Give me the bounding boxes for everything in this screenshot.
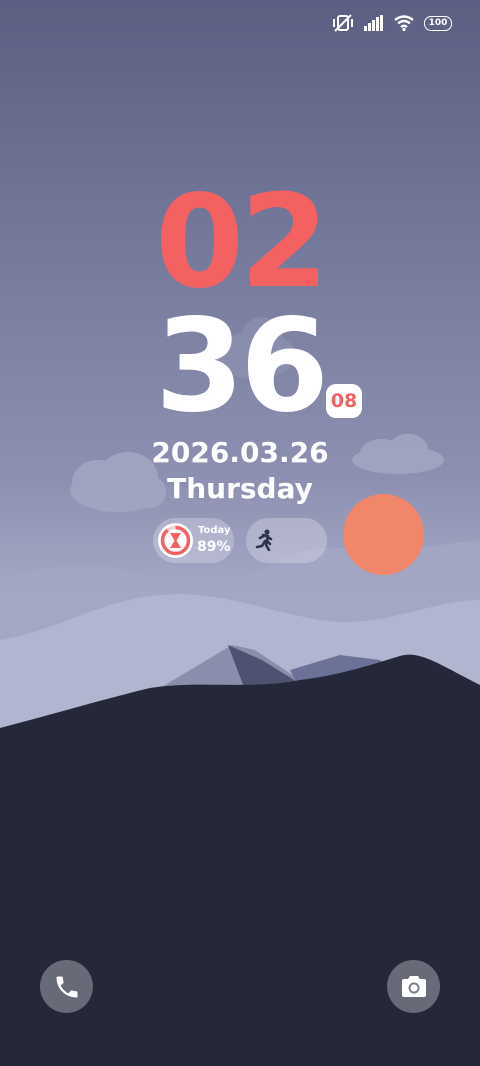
clock-seconds: 08 bbox=[326, 384, 362, 418]
date-label: 2026.03.26 bbox=[151, 436, 329, 469]
mute-vibrate-icon bbox=[333, 14, 353, 32]
activity-widget[interactable]: Today 89% bbox=[153, 518, 234, 563]
wifi-icon bbox=[394, 15, 414, 31]
steps-widget[interactable] bbox=[246, 518, 327, 563]
runner-icon bbox=[255, 529, 273, 551]
weekday-label: Thursday bbox=[167, 472, 313, 505]
battery-indicator: 100 bbox=[424, 15, 452, 31]
activity-label: Today bbox=[198, 525, 231, 536]
camera-shortcut-button[interactable] bbox=[387, 960, 440, 1013]
phone-shortcut-button[interactable] bbox=[40, 960, 93, 1013]
sun bbox=[343, 494, 424, 575]
clock-minute: 36 bbox=[154, 292, 329, 441]
phone-icon bbox=[56, 976, 77, 997]
activity-value: 89% bbox=[197, 539, 231, 555]
clock-hour: 02 bbox=[154, 168, 329, 317]
hourglass-ring-icon bbox=[158, 523, 193, 558]
status-bar: 100 bbox=[332, 12, 452, 34]
signal-icon bbox=[364, 15, 383, 31]
camera-icon bbox=[401, 975, 426, 997]
